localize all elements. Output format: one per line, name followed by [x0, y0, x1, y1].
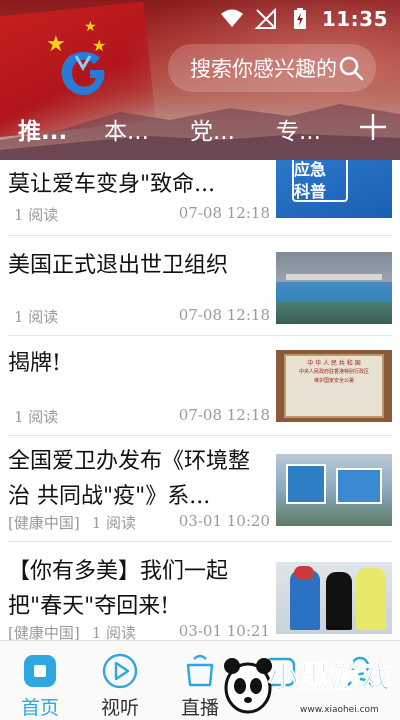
- nav-label: 视听: [100, 697, 139, 719]
- thumb-caption: 应急: [294, 160, 327, 179]
- tab-special[interactable]: 专...: [276, 112, 321, 146]
- no-signal-icon: [254, 7, 276, 29]
- list-item[interactable]: 美国正式退出世卫组织 1 阅读 07-08 12:18: [8, 236, 392, 336]
- news-time: 03-01 10:21: [178, 622, 270, 640]
- news-title: 应急科普丨注意!夏季高温,莫让爱车变身"致命...: [8, 160, 266, 197]
- thumb-caption: 科普: [294, 182, 327, 201]
- channel-tabs: 推... 本... 党... 专...: [0, 106, 400, 150]
- search-placeholder: 搜索你感兴趣的: [190, 57, 337, 81]
- news-time: 03-01 10:20: [178, 512, 270, 530]
- thumb-caption: 维护国家安全公署: [313, 378, 354, 384]
- news-meta: 1 阅读 07-08 12:18: [8, 406, 270, 426]
- nav-video[interactable]: 视听: [80, 641, 160, 720]
- news-thumbnail: 中 华 人 民 共 和 国 中央人民政府驻香港特别行政区 维护国家安全公署: [276, 350, 392, 422]
- play-icon: [102, 653, 138, 689]
- list-item[interactable]: 揭牌! 1 阅读 07-08 12:18 中 华 人 民 共 和 国 中央人民政…: [8, 336, 392, 436]
- tab-recommend[interactable]: 推...: [18, 112, 67, 146]
- list-item[interactable]: 应急科普丨注意!夏季高温,莫让爱车变身"致命... 1 阅读 07-08 12:…: [8, 160, 392, 236]
- news-thumbnail: [276, 252, 392, 324]
- header-banner: ★ ★ ★ 11:35 搜索你感兴趣的 推... 本... 党... 专...: [0, 0, 400, 160]
- tab-local[interactable]: 本...: [104, 112, 149, 146]
- news-time: 07-08 12:18: [178, 204, 270, 222]
- news-title: 美国正式退出世卫组织: [8, 253, 229, 278]
- news-reads: 1 阅读: [91, 514, 137, 532]
- nav-label: 首页: [20, 697, 59, 719]
- watermark-text: 小黑游戏: [268, 660, 392, 696]
- news-source: [健康中国]: [8, 514, 80, 532]
- plus-icon[interactable]: [358, 108, 388, 144]
- news-reads: 1 阅读: [14, 408, 59, 426]
- status-bar: 11:35: [0, 0, 400, 38]
- news-time: 07-08 12:18: [178, 306, 270, 324]
- news-meta: 1 阅读 07-08 12:18: [8, 204, 270, 224]
- nav-home[interactable]: 首页: [0, 641, 80, 720]
- home-icon: [24, 655, 56, 687]
- news-source: [健康中国]: [8, 624, 80, 640]
- news-title: 【你有多美】我们一起把"春天"夺回来!: [8, 559, 229, 619]
- news-meta: 1 阅读 07-08 12:18: [8, 306, 270, 326]
- thumb-caption: 中央人民政府驻香港特别行政区: [298, 369, 369, 375]
- search-icon[interactable]: [338, 55, 364, 81]
- news-time: 07-08 12:18: [178, 406, 270, 424]
- list-item[interactable]: 全国爱卫办发布《环境整治 共同战"疫"》系... [健康中国] 1 阅读 03-0…: [8, 436, 392, 542]
- news-meta: [健康中国] 1 阅读 03-01 10:21: [8, 622, 270, 640]
- news-meta: [健康中国] 1 阅读 03-01 10:20: [8, 512, 270, 532]
- news-thumbnail: [276, 562, 392, 634]
- news-reads: 1 阅读: [91, 624, 137, 640]
- list-item[interactable]: 【你有多美】我们一起把"春天"夺回来! [健康中国] 1 阅读 03-01 10:…: [8, 542, 392, 640]
- news-title: 揭牌!: [8, 351, 61, 376]
- news-thumbnail: [276, 454, 392, 526]
- news-thumbnail: 应急 科普: [276, 160, 392, 218]
- status-time: 11:35: [321, 7, 388, 31]
- live-icon: [186, 654, 214, 687]
- battery-charging-icon: [293, 8, 306, 29]
- search-bar[interactable]: 搜索你感兴趣的: [168, 44, 376, 92]
- news-reads: 1 阅读: [14, 206, 59, 224]
- news-reads: 1 阅读: [14, 308, 59, 326]
- news-title: 全国爱卫办发布《环境整治 共同战"疫"》系...: [8, 449, 251, 509]
- wifi-icon: [220, 9, 243, 27]
- thumb-caption: 中 华 人 民 共 和 国: [307, 360, 361, 367]
- news-list: 应急科普丨注意!夏季高温,莫让爱车变身"致命... 1 阅读 07-08 12:…: [0, 160, 400, 640]
- tab-party[interactable]: 党...: [190, 112, 235, 146]
- app-logo: [61, 52, 105, 96]
- watermark-url: www.xiaohei.com: [300, 705, 379, 715]
